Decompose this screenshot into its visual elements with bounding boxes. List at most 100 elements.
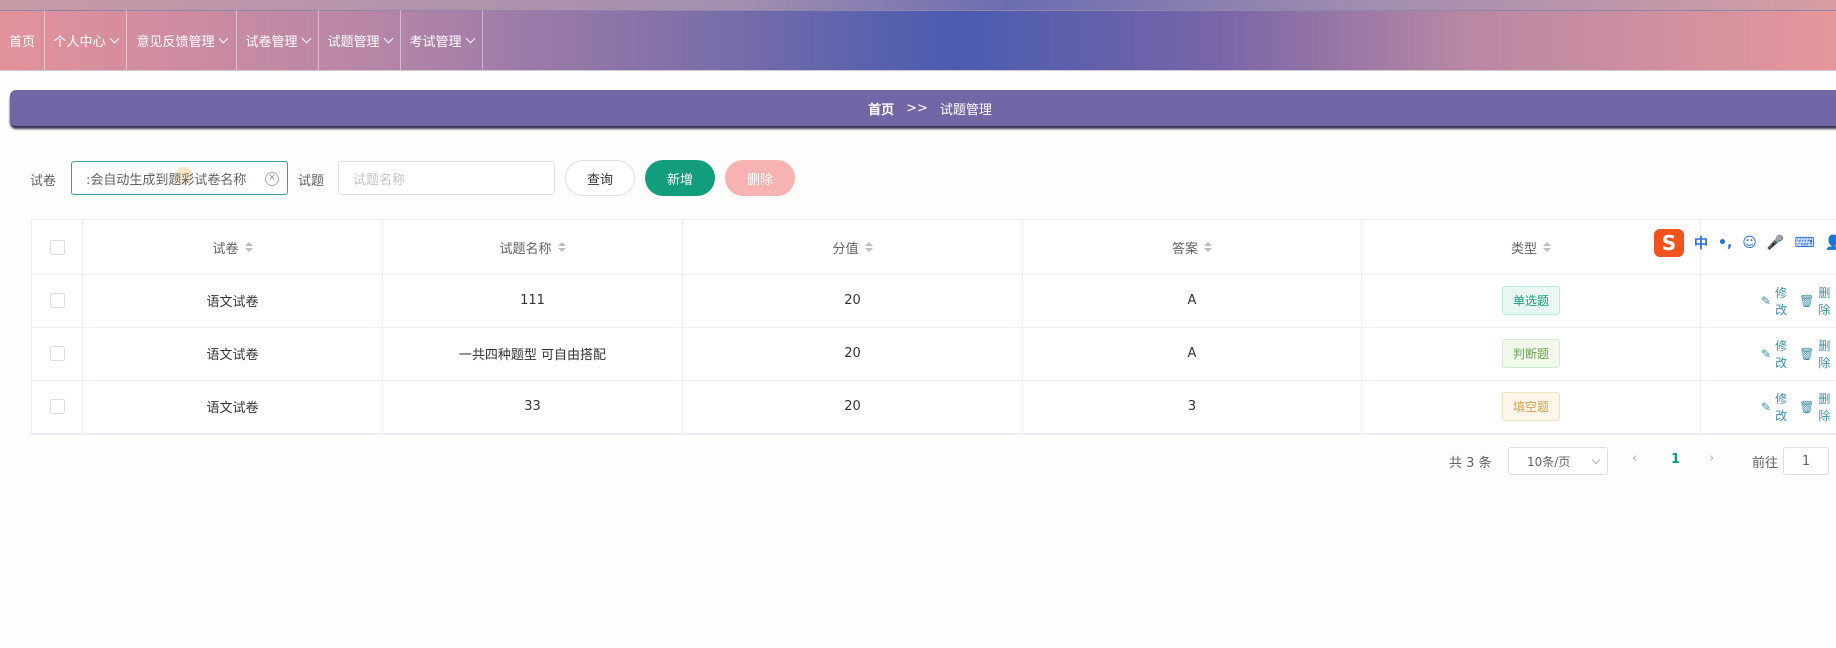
cell-paper: 语文试卷 xyxy=(83,274,383,327)
goto-label: 前往 xyxy=(1752,456,1779,471)
ime-mode-indicator[interactable]: 中 xyxy=(1694,233,1708,253)
trash-icon: 🗑 xyxy=(1799,346,1815,361)
sogou-logo-icon[interactable]: S xyxy=(1654,229,1684,257)
keyboard-icon[interactable]: ⌨ xyxy=(1794,235,1814,251)
cell-paper: 语文试卷 xyxy=(83,380,383,433)
chevron-down-icon xyxy=(465,33,475,43)
nav-label: 试题管理 xyxy=(327,34,380,50)
row-checkbox[interactable] xyxy=(49,399,65,414)
row-select-cell xyxy=(32,274,83,327)
pagination-total: 共 3 条 xyxy=(1449,456,1492,471)
page-size-select[interactable]: 10条/页 xyxy=(1508,447,1608,475)
cell-actions: ✎ 修改 🗑 删除 xyxy=(1701,380,1836,433)
edit-label: 修改 xyxy=(1775,285,1788,317)
nav-feedback-management[interactable]: 意见反馈管理 xyxy=(127,10,237,70)
nav-label: 考试管理 xyxy=(409,34,462,50)
trash-icon: 🗑 xyxy=(1799,293,1815,308)
cell-paper: 语文试卷 xyxy=(83,327,383,380)
edit-link[interactable]: ✎ 修改 xyxy=(1761,390,1787,424)
cell-actions: ✎ 修改 🗑 删除 xyxy=(1701,274,1836,327)
column-header-type[interactable]: 类型 xyxy=(1362,220,1701,274)
prev-page-icon[interactable]: ‹ xyxy=(1632,451,1637,466)
nav-label: 个人中心 xyxy=(53,34,106,50)
chevron-down-icon xyxy=(301,33,311,43)
column-header-label: 答案 xyxy=(1171,241,1198,257)
row-checkbox[interactable] xyxy=(49,346,65,361)
nav-label: 意见反馈管理 xyxy=(136,34,215,50)
row-select-cell xyxy=(32,380,83,433)
questions-table: 试卷 试题名称 分值 答案 类型 语文试卷 111 20 A 单选题 ✎ 修改 🗑… xyxy=(31,219,1836,435)
nav-home[interactable]: 首页 xyxy=(0,10,45,70)
emoji-icon[interactable]: ☺ xyxy=(1742,235,1757,251)
nav-personal-center[interactable]: 个人中心 xyxy=(45,10,127,70)
microphone-icon[interactable]: 🎤 xyxy=(1767,235,1784,251)
delete-link[interactable]: 🗑 删除 xyxy=(1799,284,1830,318)
edit-link[interactable]: ✎ 修改 xyxy=(1761,284,1787,318)
table-row: 语文试卷 111 20 A 单选题 ✎ 修改 🗑 删除 xyxy=(32,274,1836,328)
sort-icon[interactable] xyxy=(864,242,873,252)
delete-label: 删除 xyxy=(1818,391,1831,423)
edit-link[interactable]: ✎ 修改 xyxy=(1761,337,1787,371)
paper-filter-label: 试卷 xyxy=(30,174,57,189)
table-row: 语文试卷 33 20 3 填空题 ✎ 修改 🗑 删除 xyxy=(32,380,1836,434)
nav-label: 试卷管理 xyxy=(245,34,298,50)
sort-icon[interactable] xyxy=(1543,242,1551,252)
chevron-down-icon xyxy=(218,33,228,43)
cell-answer: A xyxy=(1023,327,1362,380)
edit-label: 修改 xyxy=(1775,338,1788,370)
user-icon[interactable]: 👤 xyxy=(1825,235,1836,251)
paper-filter-input[interactable]: :会自动生成到题彩试卷名称 × xyxy=(71,161,288,195)
delete-label: 删除 xyxy=(1818,338,1831,370)
ime-toolbar: S 中 •, ☺ 🎤 ⌨ 👤 xyxy=(1654,228,1836,258)
sort-icon[interactable] xyxy=(1204,242,1212,252)
edit-icon: ✎ xyxy=(1761,399,1772,414)
breadcrumb-home[interactable]: 首页 xyxy=(868,99,894,118)
cell-type: 判断题 xyxy=(1362,327,1701,380)
column-header-label: 类型 xyxy=(1510,241,1537,257)
column-header-answer[interactable]: 答案 xyxy=(1023,220,1362,274)
question-filter-placeholder: 试题名称 xyxy=(353,172,406,188)
row-checkbox[interactable] xyxy=(49,293,65,308)
edit-label: 修改 xyxy=(1775,391,1788,423)
cell-score: 20 xyxy=(683,327,1023,380)
paper-filter-value: :会自动生成到题彩试卷名称 xyxy=(86,172,247,188)
column-header-score[interactable]: 分值 xyxy=(683,220,1023,274)
nav-question-management[interactable]: 试题管理 xyxy=(319,10,401,70)
batch-delete-button[interactable]: 删除 xyxy=(725,160,795,196)
chevron-down-icon xyxy=(383,33,393,43)
row-select-cell xyxy=(32,327,83,380)
cell-question-name: 111 xyxy=(383,274,683,327)
clear-icon[interactable]: × xyxy=(265,172,279,186)
question-filter-input[interactable]: 试题名称 xyxy=(338,161,555,195)
type-tag: 判断题 xyxy=(1501,339,1560,368)
breadcrumb-current: 试题管理 xyxy=(939,102,992,118)
cell-type: 单选题 xyxy=(1362,274,1701,327)
type-tag: 填空题 xyxy=(1501,392,1560,421)
nav-paper-management[interactable]: 试卷管理 xyxy=(237,10,319,70)
delete-link[interactable]: 🗑 删除 xyxy=(1799,390,1830,424)
page-number-current[interactable]: 1 xyxy=(1671,452,1680,467)
breadcrumb: 首页 >> 试题管理 xyxy=(10,90,1836,126)
select-all-checkbox[interactable] xyxy=(49,239,65,255)
column-header-question-name[interactable]: 试题名称 xyxy=(383,220,683,274)
column-header-paper[interactable]: 试卷 xyxy=(83,220,383,274)
ime-punctuation-indicator[interactable]: •, xyxy=(1718,235,1732,251)
query-button[interactable]: 查询 xyxy=(565,160,635,196)
delete-link[interactable]: 🗑 删除 xyxy=(1799,337,1830,371)
sort-icon[interactable] xyxy=(244,242,253,252)
select-all-cell xyxy=(32,220,83,274)
breadcrumb-separator: >> xyxy=(906,100,928,116)
sort-icon[interactable] xyxy=(557,242,566,252)
cell-answer: A xyxy=(1023,274,1362,327)
column-header-label: 试题名称 xyxy=(499,241,552,257)
cell-answer: 3 xyxy=(1023,380,1362,433)
goto-page-input[interactable]: 1 xyxy=(1783,447,1829,475)
table-header: 试卷 试题名称 分值 答案 类型 xyxy=(32,220,1836,275)
column-header-label: 试卷 xyxy=(212,241,239,257)
cell-question-name: 33 xyxy=(383,380,683,433)
nav-exam-management[interactable]: 考试管理 xyxy=(401,10,483,70)
delete-label: 删除 xyxy=(1818,285,1831,317)
next-page-icon[interactable]: › xyxy=(1709,451,1714,466)
type-tag: 单选题 xyxy=(1501,286,1560,315)
add-button[interactable]: 新增 xyxy=(645,160,715,196)
